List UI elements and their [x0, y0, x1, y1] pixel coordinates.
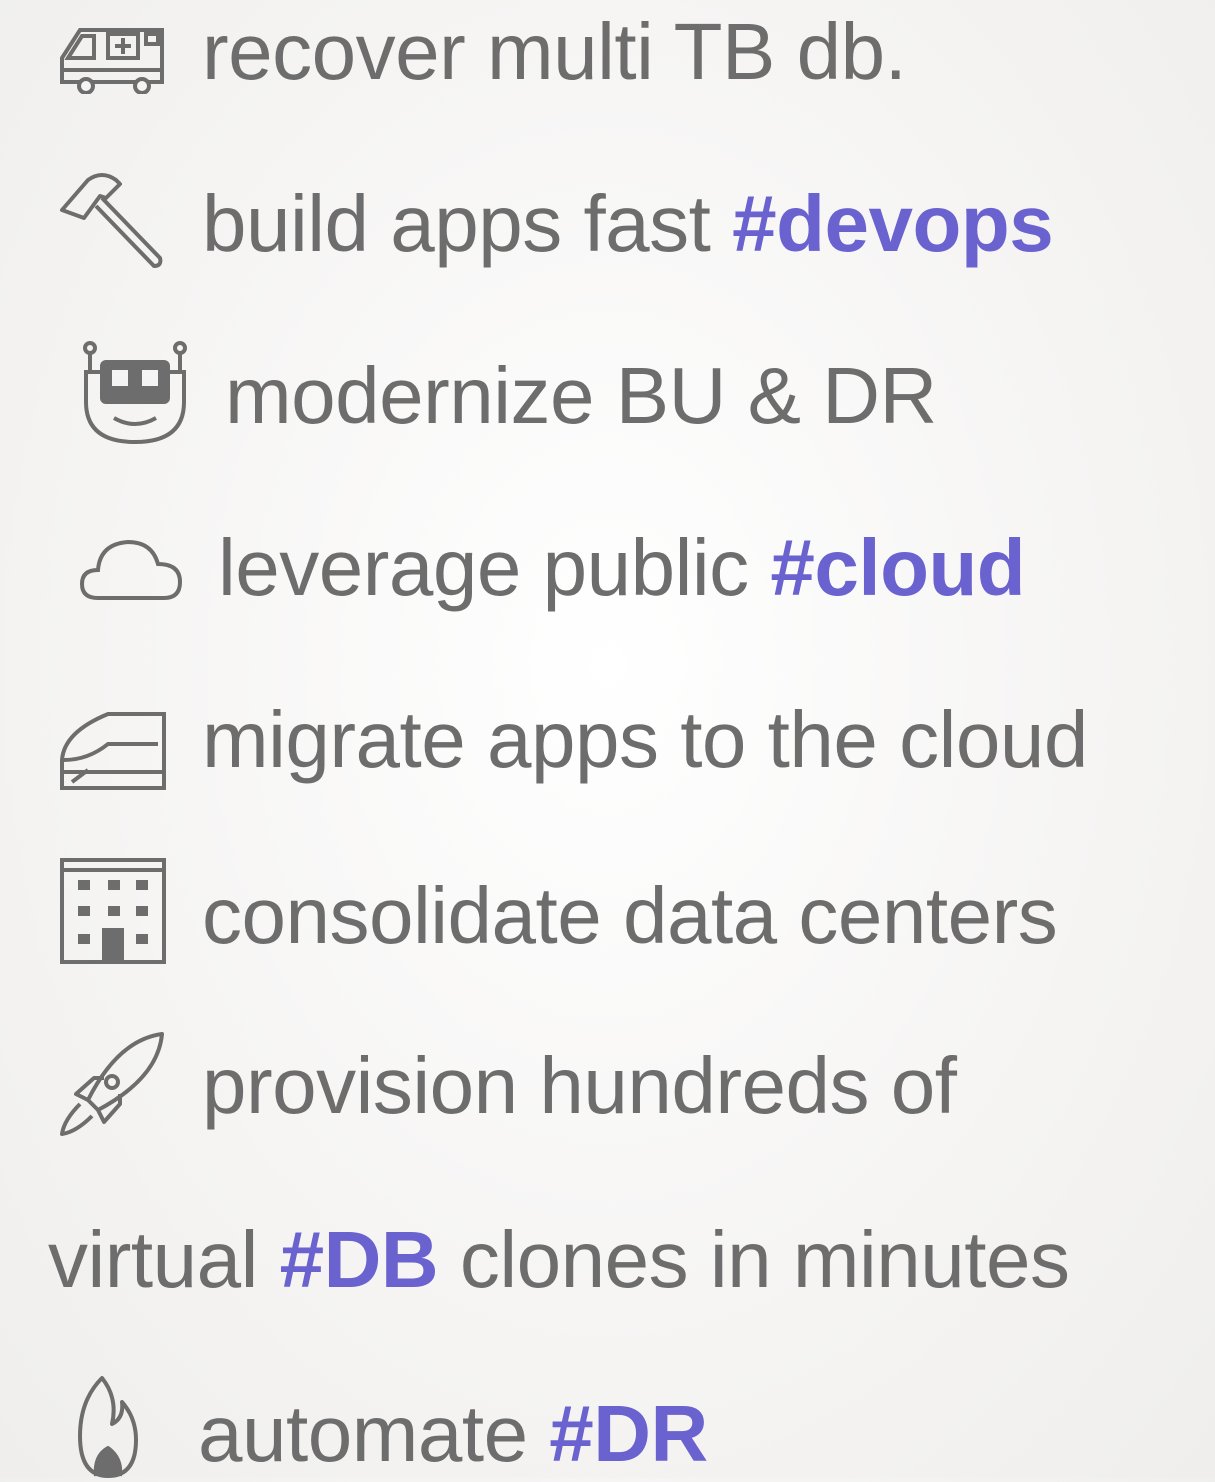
line-text-before: virtual	[48, 1215, 280, 1304]
ambulance-icon	[58, 22, 168, 94]
line-recover: recover multi TB db.	[0, 0, 1215, 110]
line-leverage-cloud: leverage public #cloud	[0, 512, 1215, 622]
robot-icon	[80, 338, 190, 448]
line-virtual-clones: virtual #DB clones in minutes	[0, 1206, 1215, 1316]
line-text-after: clones in minutes	[438, 1215, 1070, 1304]
line-text: modernize BU & DR	[225, 351, 937, 440]
train-icon	[58, 710, 168, 792]
line-text: provision hundreds of	[202, 1041, 957, 1130]
hashtag-dr[interactable]: #DR	[549, 1389, 708, 1478]
hashtag-db[interactable]: #DB	[280, 1215, 439, 1304]
line-migrate: migrate apps to the cloud	[0, 684, 1215, 794]
hammer-icon	[58, 168, 168, 272]
line-modernize: modernize BU & DR	[0, 338, 1215, 448]
line-text: migrate apps to the cloud	[202, 695, 1088, 784]
line-text: automate	[198, 1389, 550, 1478]
line-automate: automate #DR	[0, 1372, 1215, 1482]
cloud-icon	[80, 538, 184, 604]
line-text: recover multi TB db.	[202, 7, 907, 96]
hashtag-cloud[interactable]: #cloud	[770, 523, 1025, 612]
line-text: build apps fast	[202, 179, 733, 268]
line-text: consolidate data centers	[202, 871, 1058, 960]
line-provision: provision hundreds of	[0, 1030, 1215, 1140]
building-icon	[58, 856, 168, 966]
hashtag-devops[interactable]: #devops	[732, 179, 1054, 268]
line-consolidate: consolidate data centers	[0, 856, 1215, 966]
line-text: leverage public	[218, 523, 771, 612]
line-build-apps: build apps fast #devops	[0, 168, 1215, 278]
flame-icon	[78, 1374, 138, 1478]
rocket-icon	[58, 1030, 168, 1138]
